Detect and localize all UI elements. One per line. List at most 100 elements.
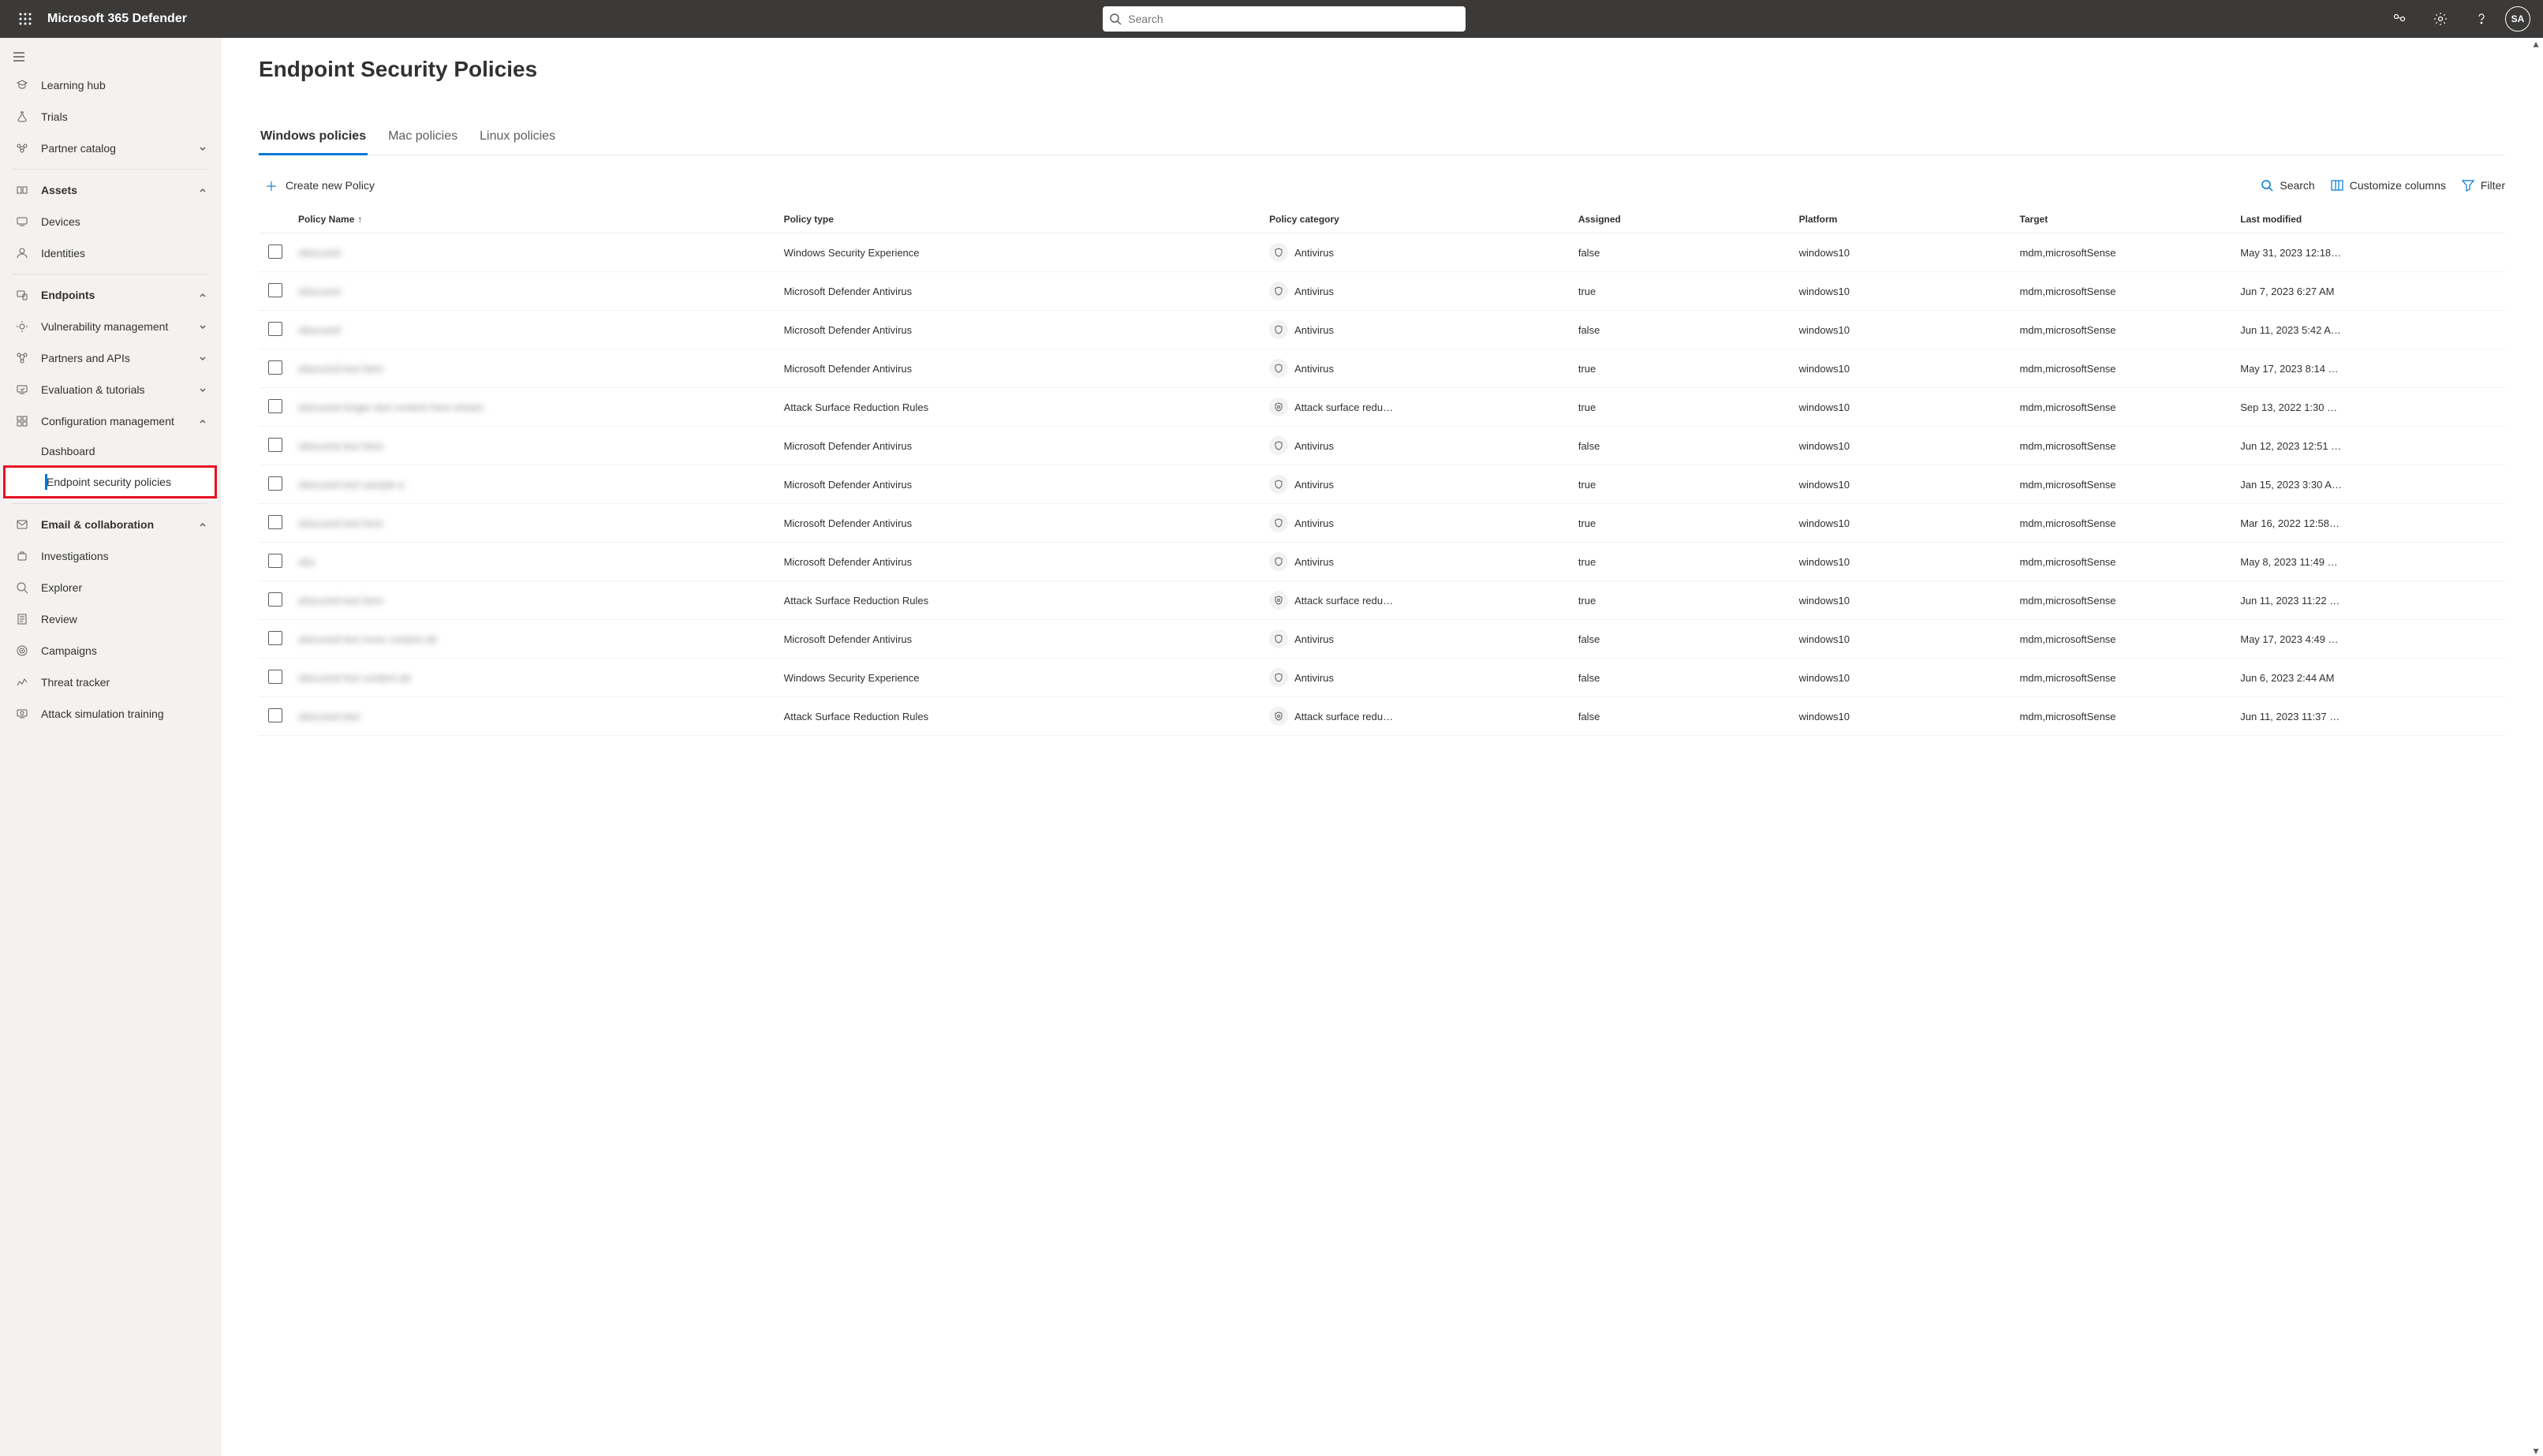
column-header-modified[interactable]: Last modified [2240,214,2505,225]
cell-modified: May 17, 2023 8:14 … [2240,363,2505,375]
sidebar-item-vulnerability-management[interactable]: Vulnerability management [0,311,220,342]
row-checkbox[interactable] [268,670,282,684]
settings-button[interactable] [2423,0,2458,38]
table-row[interactable]: obsMicrosoft Defender AntivirusAntivirus… [259,543,2505,581]
table-row[interactable]: obscured text sample aMicrosoft Defender… [259,465,2505,504]
nav-separator [13,503,207,504]
campaigns-icon [14,643,30,659]
search-input[interactable] [1128,13,1459,25]
column-header-category[interactable]: Policy category [1269,214,1578,225]
table-row[interactable]: obscured text hereMicrosoft Defender Ant… [259,504,2505,543]
row-checkbox[interactable] [268,631,282,645]
table-row[interactable]: obscured text hereMicrosoft Defender Ant… [259,349,2505,388]
customize-columns-label: Customize columns [2350,179,2446,192]
category-badge: Antivirus [1269,282,1334,301]
tab-windows-policies[interactable]: Windows policies [259,120,368,155]
sidebar-item-campaigns[interactable]: Campaigns [0,635,220,666]
create-policy-button[interactable]: ＋ Create new Policy [259,176,375,195]
row-checkbox[interactable] [268,245,282,259]
table-row[interactable]: obscured text content abWindows Security… [259,659,2505,697]
table-row[interactable]: obscuredWindows Security ExperienceAntiv… [259,233,2505,272]
community-button[interactable] [2382,0,2417,38]
sidebar-item-learning-hub[interactable]: Learning hub [0,69,220,101]
sidebar-item-label: Evaluation & tutorials [41,383,145,396]
row-checkbox[interactable] [268,592,282,607]
scroll-down-arrow[interactable]: ▾ [2530,1445,2541,1456]
category-badge: Antivirus [1269,668,1334,687]
sidebar-item-devices[interactable]: Devices [0,206,220,237]
sidebar-toggle[interactable] [0,44,220,69]
column-header-assigned[interactable]: Assigned [1578,214,1799,225]
policy-name-obscured: obscured text here [298,440,383,452]
cell-target: mdm,microsoftSense [2019,363,2240,375]
chevron-up-icon [198,185,207,195]
table-row[interactable]: obscured longer text content here shownA… [259,388,2505,427]
column-header-name[interactable]: Policy Name ↑ [298,214,784,225]
table-row[interactable]: obscured text more content abMicrosoft D… [259,620,2505,659]
table-row[interactable]: obscuredMicrosoft Defender AntivirusAnti… [259,272,2505,311]
sidebar-item-label: Learning hub [41,79,106,91]
sidebar-item-label: Review [41,613,77,625]
customize-columns-button[interactable]: Customize columns [2331,179,2446,192]
column-header-platform[interactable]: Platform [1799,214,2020,225]
column-header-type[interactable]: Policy type [784,214,1270,225]
sidebar-item-assets[interactable]: Assets [0,174,220,206]
sidebar-item-evaluation-tutorials[interactable]: Evaluation & tutorials [0,374,220,405]
sidebar-item-identities[interactable]: Identities [0,237,220,269]
cell-modified: Jun 12, 2023 12:51 … [2240,440,2505,452]
scroll-up-arrow[interactable]: ▴ [2530,38,2541,49]
sidebar-item-email-collaboration[interactable]: Email & collaboration [0,509,220,540]
search-button[interactable]: Search [2261,179,2314,192]
row-checkbox[interactable] [268,438,282,452]
learning-icon [14,77,30,93]
waffle-icon [19,13,32,25]
table-row[interactable]: obscured text hereMicrosoft Defender Ant… [259,427,2505,465]
cell-assigned: true [1578,517,1799,529]
tab-mac-policies[interactable]: Mac policies [386,120,459,155]
row-checkbox[interactable] [268,399,282,413]
shield-icon [1269,243,1288,262]
sidebar-item-explorer[interactable]: Explorer [0,572,220,603]
cell-policy-type: Microsoft Defender Antivirus [784,633,1270,645]
cell-modified: Jun 11, 2023 5:42 A… [2240,324,2505,336]
sidebar-item-threat-tracker[interactable]: Threat tracker [0,666,220,698]
row-checkbox[interactable] [268,476,282,491]
user-avatar[interactable]: SA [2505,6,2530,32]
row-checkbox[interactable] [268,322,282,336]
cell-platform: windows10 [1799,711,2020,722]
sidebar-item-attack-simulation-training[interactable]: Attack simulation training [0,698,220,730]
table-row[interactable]: obscured text hereAttack Surface Reducti… [259,581,2505,620]
sidebar-item-partner-catalog[interactable]: Partner catalog [0,133,220,164]
column-header-target[interactable]: Target [2019,214,2240,225]
app-launcher-button[interactable] [6,13,44,25]
tab-linux-policies[interactable]: Linux policies [478,120,557,155]
cell-assigned: false [1578,711,1799,722]
columns-icon [2331,179,2343,192]
sidebar-item-endpoint-security-policies[interactable]: Endpoint security policies [6,468,215,496]
cell-platform: windows10 [1799,633,2020,645]
sidebar-item-partners-and-apis[interactable]: Partners and APIs [0,342,220,374]
shield-icon [1269,629,1288,648]
cell-assigned: true [1578,286,1799,297]
filter-button[interactable]: Filter [2462,179,2505,192]
row-checkbox[interactable] [268,283,282,297]
help-button[interactable] [2464,0,2499,38]
row-checkbox[interactable] [268,360,282,375]
row-checkbox[interactable] [268,554,282,568]
cell-assigned: true [1578,595,1799,607]
row-checkbox[interactable] [268,515,282,529]
search-container [187,6,2382,32]
sidebar-item-configuration-management[interactable]: Configuration management [0,405,220,437]
cell-platform: windows10 [1799,401,2020,413]
sidebar-item-dashboard[interactable]: Dashboard [0,437,220,465]
sidebar-item-label: Partners and APIs [41,352,130,364]
sidebar-item-trials[interactable]: Trials [0,101,220,133]
sidebar-item-endpoints[interactable]: Endpoints [0,279,220,311]
cell-category: Antivirus [1294,247,1334,259]
table-row[interactable]: obscured textAttack Surface Reduction Ru… [259,697,2505,736]
sidebar-item-investigations[interactable]: Investigations [0,540,220,572]
row-checkbox[interactable] [268,708,282,722]
sidebar-item-review[interactable]: Review [0,603,220,635]
global-search[interactable] [1103,6,1466,32]
table-row[interactable]: obscuredMicrosoft Defender AntivirusAnti… [259,311,2505,349]
